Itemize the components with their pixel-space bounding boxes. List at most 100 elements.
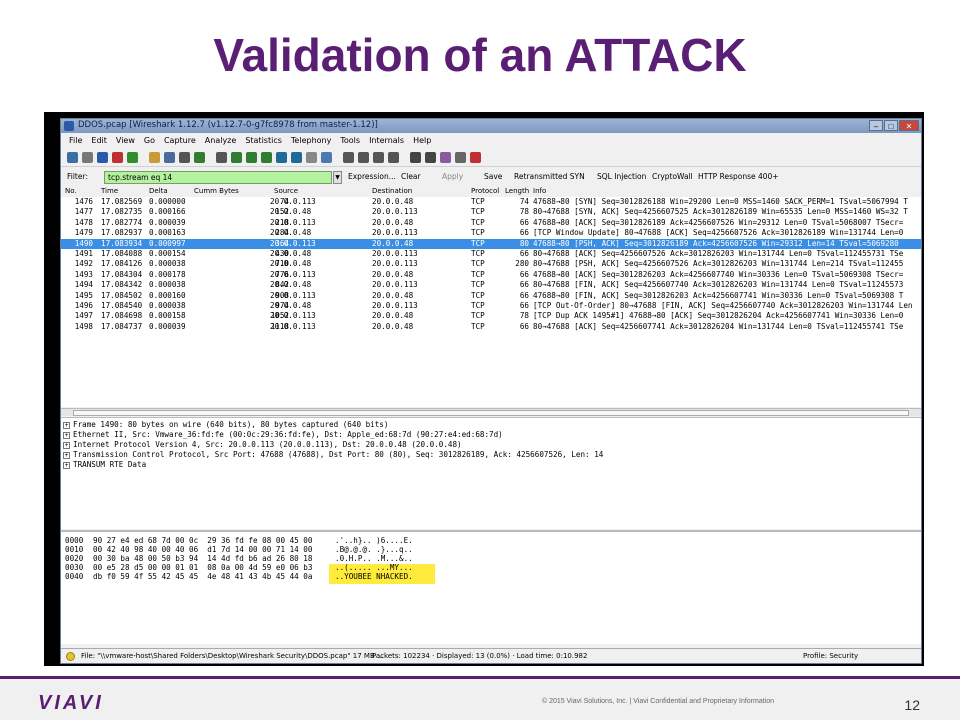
- close-button[interactable]: ✕: [899, 120, 919, 131]
- help-icon[interactable]: [470, 152, 481, 163]
- menu-item-file[interactable]: File: [69, 136, 82, 145]
- menu-item-internals[interactable]: Internals: [369, 136, 404, 145]
- detail-row[interactable]: + Transmission Control Protocol, Src Port…: [63, 450, 603, 460]
- col-length[interactable]: Length: [505, 187, 529, 195]
- scrollbar-thumb[interactable]: [73, 410, 909, 416]
- display-filters-icon[interactable]: [425, 152, 436, 163]
- col-cumm-bytes[interactable]: Cumm Bytes: [194, 187, 239, 195]
- find-icon[interactable]: [216, 152, 227, 163]
- capture-filters-icon[interactable]: [410, 152, 421, 163]
- menu-item-view[interactable]: View: [116, 136, 135, 145]
- col-source[interactable]: Source: [274, 187, 298, 195]
- clear-button[interactable]: Clear: [401, 172, 421, 181]
- detail-row[interactable]: + Frame 1490: 80 bytes on wire (640 bits)…: [63, 420, 388, 430]
- status-bar: File: "\\vmware-host\Shared Folders\Desk…: [61, 648, 921, 663]
- resize-columns-icon[interactable]: [388, 152, 399, 163]
- col-no[interactable]: No.: [65, 187, 77, 195]
- packet-bytes-pane: 0000 90 27 e4 ed 68 7d 00 0c 29 36 fd fe …: [61, 530, 921, 644]
- status-profile[interactable]: Profile: Security: [803, 652, 858, 660]
- packet-row[interactable]: 1490 17.083934 0.000997 364 20.0.0.113 20.0.0…: [61, 238, 921, 249]
- packet-time: 17.084304: [101, 269, 143, 279]
- expand-icon[interactable]: +: [63, 431, 70, 439]
- window-titlebar[interactable]: DDOS.pcap [Wireshark 1.12.7 (v1.12.7-0-g…: [61, 119, 921, 133]
- menu-item-edit[interactable]: Edit: [91, 136, 107, 145]
- detail-row[interactable]: + Internet Protocol Version 4, Src: 20.0.…: [63, 440, 462, 450]
- menu-item-help[interactable]: Help: [413, 136, 431, 145]
- menu-item-tools[interactable]: Tools: [340, 136, 360, 145]
- start-capture-icon[interactable]: [97, 152, 108, 163]
- apply-button[interactable]: Apply: [442, 172, 463, 181]
- bookmark-sql-injection[interactable]: SQL Injection: [597, 172, 646, 181]
- preferences-icon[interactable]: [455, 152, 466, 163]
- maximize-button[interactable]: □: [884, 120, 898, 131]
- normal-size-icon[interactable]: [373, 152, 384, 163]
- packet-row[interactable]: 1495 17.084502 0.000160 908 20.0.0.113 20.0.0…: [61, 291, 921, 301]
- back-icon[interactable]: [231, 152, 242, 163]
- save-filter-button[interactable]: Save: [484, 172, 502, 181]
- reload-icon[interactable]: [194, 152, 205, 163]
- col-delta[interactable]: Delta: [149, 187, 168, 195]
- filter-input[interactable]: tcp.stream eq 14: [104, 171, 332, 184]
- expand-icon[interactable]: +: [63, 421, 70, 429]
- expand-icon[interactable]: +: [63, 441, 70, 449]
- zoom-out-icon[interactable]: [358, 152, 369, 163]
- last-icon[interactable]: [291, 152, 302, 163]
- bookmark-retransmitted-syn[interactable]: Retransmitted SYN: [514, 172, 585, 181]
- interfaces-icon[interactable]: [67, 152, 78, 163]
- packet-row[interactable]: 1476 17.082569 0.000000 74 20.0.0.113 20.0.0.…: [61, 197, 921, 207]
- window-title: DDOS.pcap [Wireshark 1.12.7 (v1.12.7-0-g…: [78, 120, 378, 130]
- minimize-button[interactable]: –: [869, 120, 883, 131]
- col-time[interactable]: Time: [101, 187, 118, 195]
- packet-row[interactable]: 1493 17.084304 0.000178 776 20.0.0.113 20.0.0…: [61, 270, 921, 280]
- packet-row[interactable]: 1477 17.082735 0.000166 152 20.0.0.48 20.0.0.…: [61, 207, 921, 217]
- autoscroll-icon[interactable]: [321, 152, 332, 163]
- coloring-rules-icon[interactable]: [440, 152, 451, 163]
- expert-info-icon[interactable]: [66, 652, 75, 661]
- open-icon[interactable]: [149, 152, 160, 163]
- detail-row[interactable]: + TRANSUM RTE Data: [63, 460, 146, 470]
- packet-no: 1491: [74, 249, 93, 258]
- detail-row[interactable]: + Ethernet II, Src: Vmware_36:fd:fe (00:0…: [63, 430, 503, 440]
- menu-item-statistics[interactable]: Statistics: [245, 136, 282, 145]
- packet-row[interactable]: 1497 17.084698 0.000158 1052 20.0.0.113 20.0.…: [61, 311, 921, 321]
- expand-icon[interactable]: +: [63, 461, 70, 469]
- menu-item-analyze[interactable]: Analyze: [205, 136, 237, 145]
- packet-row[interactable]: 1494 17.084342 0.000038 842 20.0.0.48 20.0.0.…: [61, 280, 921, 290]
- packet-list-scrollbar[interactable]: [61, 408, 921, 416]
- goto-icon[interactable]: [261, 152, 272, 163]
- stop-capture-icon[interactable]: [112, 152, 123, 163]
- colorize-icon[interactable]: [306, 152, 317, 163]
- col-info[interactable]: Info: [533, 187, 546, 195]
- first-icon[interactable]: [276, 152, 287, 163]
- menu-item-go[interactable]: Go: [144, 136, 155, 145]
- save-icon[interactable]: [164, 152, 175, 163]
- restart-icon[interactable]: [127, 152, 138, 163]
- menu-item-telephony[interactable]: Telephony: [291, 136, 331, 145]
- col-protocol[interactable]: Protocol: [471, 187, 499, 195]
- packet-row[interactable]: 1478 17.082774 0.000039 218 20.0.0.113 20.0.0…: [61, 218, 921, 228]
- bookmark-cryptowall[interactable]: CryptoWall: [652, 172, 693, 181]
- packet-row[interactable]: 1492 17.084126 0.000038 710 20.0.0.48 20.0.0.…: [61, 259, 921, 269]
- close-file-icon[interactable]: [179, 152, 190, 163]
- filter-dropdown[interactable]: ▼: [333, 171, 342, 184]
- packet-row[interactable]: 1498 17.084737 0.000039 1118 20.0.0.113 20.0.…: [61, 322, 921, 332]
- wireshark-icon: [64, 121, 74, 131]
- zoom-in-icon[interactable]: [343, 152, 354, 163]
- packet-no: 1497: [74, 311, 93, 321]
- packet-row[interactable]: 1496 17.084540 0.000038 974 20.0.0.48 20.0.0.…: [61, 301, 921, 311]
- packet-row[interactable]: 1491 17.084088 0.000154 430 20.0.0.48 20.0.0.…: [61, 249, 921, 259]
- packet-row[interactable]: 1479 17.082937 0.000163 284 20.0.0.48 20.0.0.…: [61, 228, 921, 238]
- packet-info: 80→47688 [ACK] Seq=4256607741 Ack=301282…: [533, 321, 904, 331]
- packet-no: 1476: [74, 197, 93, 206]
- expand-icon[interactable]: +: [63, 451, 70, 459]
- menu-item-capture[interactable]: Capture: [164, 136, 196, 145]
- slide-footer: VIAVI © 2015 Viavi Solutions, Inc. | Via…: [0, 676, 960, 720]
- packet-dst: 20.0.0.113: [372, 259, 418, 269]
- col-destination[interactable]: Destination: [372, 187, 412, 195]
- expression-button[interactable]: Expression...: [348, 172, 396, 181]
- options-icon[interactable]: [82, 152, 93, 163]
- forward-icon[interactable]: [246, 152, 257, 163]
- packet-len: 66: [519, 249, 529, 258]
- packet-src: 20.0.0.113: [270, 321, 316, 331]
- bookmark-http-400[interactable]: HTTP Response 400+: [698, 172, 779, 181]
